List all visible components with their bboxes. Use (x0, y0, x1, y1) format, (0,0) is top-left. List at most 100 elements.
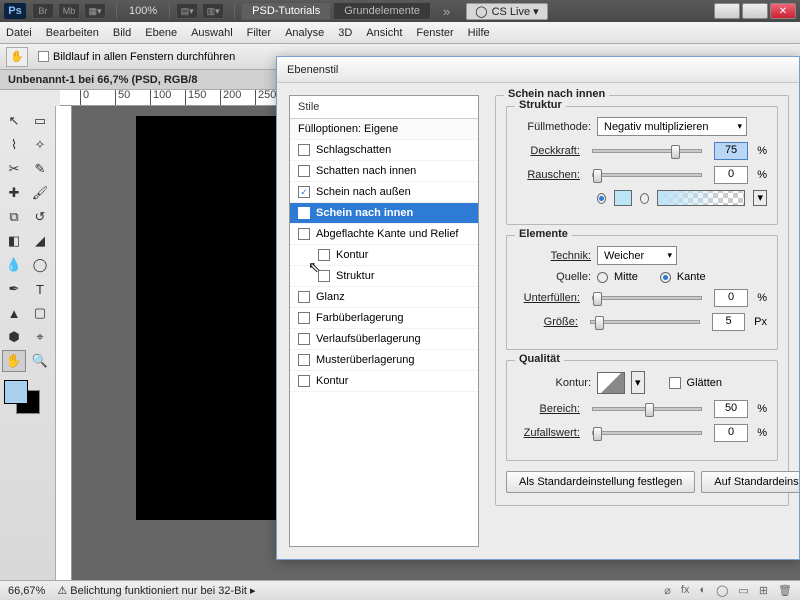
style-item-11[interactable]: Kontur (290, 371, 478, 392)
gradient-radio[interactable] (640, 193, 649, 204)
blur-tool[interactable]: 💧 (2, 254, 26, 276)
gradient-dropdown-icon[interactable]: ▾ (753, 190, 767, 206)
style-item-2[interactable]: Schein nach außen (290, 182, 478, 203)
menu-bild[interactable]: Bild (113, 27, 131, 39)
style-checkbox[interactable] (298, 186, 310, 198)
style-item-6[interactable]: Struktur (290, 266, 478, 287)
pen-tool[interactable]: ✒ (2, 278, 26, 300)
opacity-input[interactable]: 75 (714, 142, 748, 160)
menu-hilfe[interactable]: Hilfe (468, 27, 490, 39)
noise-slider[interactable] (592, 173, 702, 177)
zoom-level[interactable]: 100% (129, 5, 157, 17)
stamp-tool[interactable]: ⧉ (2, 206, 26, 228)
eyedropper-tool[interactable]: ✎ (28, 158, 52, 180)
styles-header[interactable]: Stile (290, 96, 478, 119)
dodge-tool[interactable]: ◯ (28, 254, 52, 276)
wand-tool[interactable]: ✧ (28, 134, 52, 156)
brush-tool[interactable]: 🖌 (28, 182, 52, 204)
style-checkbox[interactable] (298, 144, 310, 156)
mask-icon[interactable]: ◐ (699, 584, 706, 597)
gradient-picker[interactable] (657, 190, 745, 206)
color-swatches[interactable] (2, 380, 42, 416)
zufall-input[interactable]: 0 (714, 424, 748, 442)
style-item-0[interactable]: Schlagschatten (290, 140, 478, 161)
noise-input[interactable]: 0 (714, 166, 748, 184)
menu-datei[interactable]: Datei (6, 27, 32, 39)
quelle-mitte-radio[interactable] (597, 272, 608, 283)
lasso-tool[interactable]: ⌇ (2, 134, 26, 156)
opacity-slider[interactable] (592, 149, 702, 153)
marquee-tool[interactable]: ▭ (28, 110, 52, 132)
style-item-1[interactable]: Schatten nach innen (290, 161, 478, 182)
style-item-7[interactable]: Glanz (290, 287, 478, 308)
quelle-kante-radio[interactable] (660, 272, 671, 283)
menu-filter[interactable]: Filter (247, 27, 271, 39)
color-radio[interactable] (597, 193, 606, 204)
zoom-tool[interactable]: 🔍 (28, 350, 52, 372)
hand-tool[interactable]: ✋ (2, 350, 26, 372)
minibridge-button[interactable]: Mb (58, 3, 80, 19)
style-item-5[interactable]: Kontur (290, 245, 478, 266)
heal-tool[interactable]: ✚ (2, 182, 26, 204)
glaetten-label[interactable]: Glätten (687, 377, 722, 389)
path-select-tool[interactable]: ▲ (2, 302, 26, 324)
bereich-input[interactable]: 50 (714, 400, 748, 418)
style-item-8[interactable]: Farbüberlagerung (290, 308, 478, 329)
menu-analyse[interactable]: Analyse (285, 27, 324, 39)
groesse-input[interactable]: 5 (712, 313, 745, 331)
glaetten-checkbox[interactable] (669, 377, 681, 389)
style-checkbox[interactable] (298, 354, 310, 366)
eraser-tool[interactable]: ◧ (2, 230, 26, 252)
gradient-tool[interactable]: ◢ (28, 230, 52, 252)
style-checkbox[interactable] (298, 207, 310, 219)
kontur-picker[interactable] (597, 372, 625, 394)
cs-live-button[interactable]: CS Live ▾ (466, 3, 547, 20)
type-tool[interactable]: T (28, 278, 52, 300)
color-swatch[interactable] (614, 190, 632, 206)
adjust-icon[interactable]: ◯ (716, 584, 728, 597)
unterfuellen-slider[interactable] (592, 296, 702, 300)
style-item-4[interactable]: Abgeflachte Kante und Relief (290, 224, 478, 245)
style-checkbox[interactable] (298, 333, 310, 345)
trash-icon[interactable]: 🗑 (778, 584, 792, 597)
menu-3d[interactable]: 3D (338, 27, 352, 39)
style-checkbox[interactable] (298, 375, 310, 387)
kontur-dropdown-icon[interactable]: ▾ (631, 371, 645, 394)
fx-icon[interactable]: fx (681, 584, 690, 597)
menu-ansicht[interactable]: Ansicht (366, 27, 402, 39)
hand-tool-icon[interactable]: ✋ (6, 47, 28, 67)
style-checkbox[interactable] (318, 270, 330, 282)
screen-mode-button[interactable]: ▦▾ (84, 3, 106, 19)
style-item-10[interactable]: Musterüberlagerung (290, 350, 478, 371)
style-checkbox[interactable] (298, 291, 310, 303)
extras-button[interactable]: ▥▾ (202, 3, 224, 19)
history-brush-tool[interactable]: ↺ (28, 206, 52, 228)
style-item-3[interactable]: Schein nach innen (290, 203, 478, 224)
status-zoom[interactable]: 66,67% (8, 585, 45, 597)
menu-auswahl[interactable]: Auswahl (191, 27, 233, 39)
fill-options-item[interactable]: Fülloptionen: Eigene (290, 119, 478, 140)
new-icon[interactable]: ⊞ (759, 584, 768, 597)
style-checkbox[interactable] (318, 249, 330, 261)
set-default-button[interactable]: Als Standardeinstellung festlegen (506, 471, 695, 493)
menu-bearbeiten[interactable]: Bearbeiten (46, 27, 99, 39)
blend-mode-select[interactable]: Negativ multiplizieren (597, 117, 747, 136)
maximize-button[interactable]: ▭ (742, 3, 768, 19)
camera-tool[interactable]: ⌖ (28, 326, 52, 348)
crop-tool[interactable]: ✂ (2, 158, 26, 180)
scroll-all-option[interactable]: Bildlauf in allen Fenstern durchführen (38, 51, 235, 63)
unterfuellen-input[interactable]: 0 (714, 289, 748, 307)
groesse-slider[interactable] (590, 320, 700, 324)
arrange-button[interactable]: ▤▾ (176, 3, 198, 19)
menu-fenster[interactable]: Fenster (416, 27, 453, 39)
reset-default-button[interactable]: Auf Standardeinstellung zurück (701, 471, 799, 493)
minimize-button[interactable]: — (714, 3, 740, 19)
style-item-9[interactable]: Verlaufsüberlagerung (290, 329, 478, 350)
style-checkbox[interactable] (298, 165, 310, 177)
link-icon[interactable]: ⌀ (664, 584, 671, 597)
workspace-more-icon[interactable]: » (443, 4, 450, 19)
bridge-button[interactable]: Br (32, 3, 54, 19)
close-button[interactable]: ✕ (770, 3, 796, 19)
style-checkbox[interactable] (298, 312, 310, 324)
menu-ebene[interactable]: Ebene (145, 27, 177, 39)
